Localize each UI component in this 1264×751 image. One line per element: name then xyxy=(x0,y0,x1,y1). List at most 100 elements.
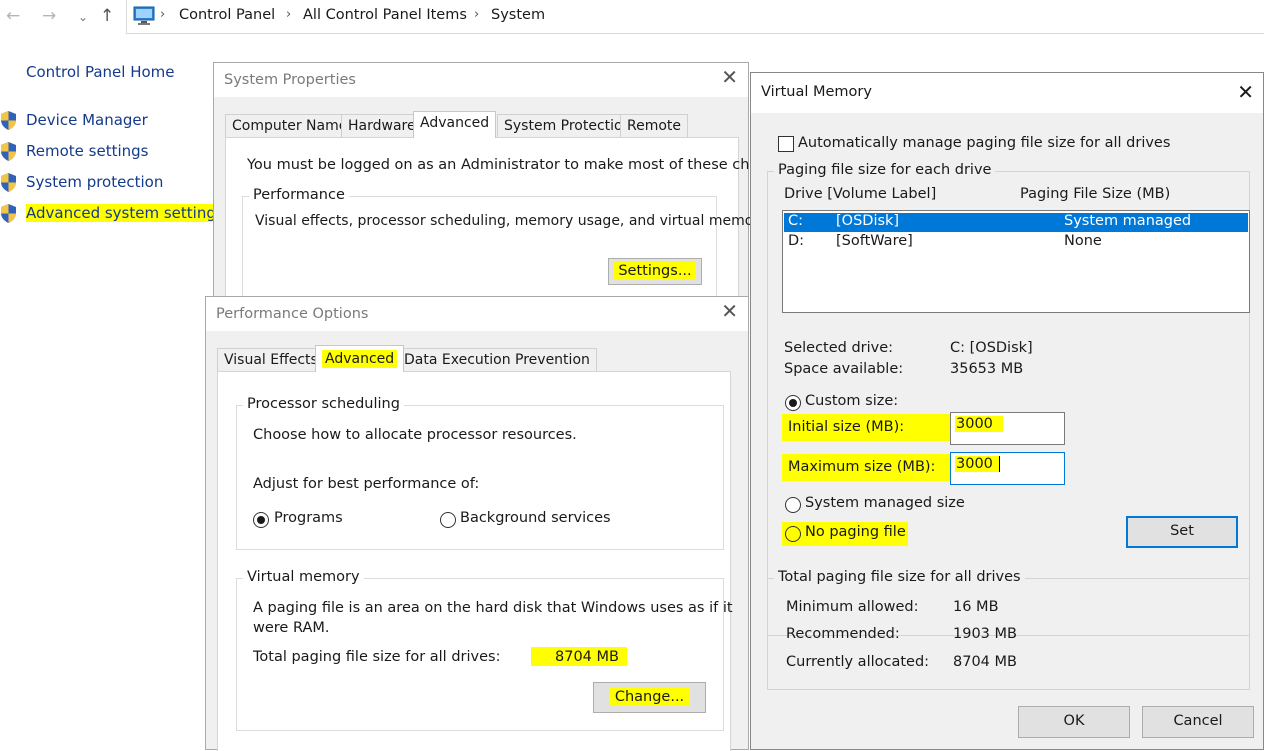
sidebar-item-label: Remote settings xyxy=(26,142,149,160)
list-item[interactable]: D: [SoftWare] None xyxy=(784,233,1248,252)
button-label: Change... xyxy=(608,688,691,706)
column-header-size: Paging File Size (MB) xyxy=(1020,186,1171,202)
tab-data-execution-prevention[interactable]: Data Execution Prevention xyxy=(397,348,597,372)
system-managed-label[interactable]: System managed size xyxy=(805,495,965,511)
advanced-tab-panel: Processor scheduling Choose how to alloc… xyxy=(217,371,733,751)
change-button[interactable]: Change... xyxy=(593,682,706,713)
total-paging-value: 8704 MB xyxy=(531,647,627,666)
ok-button[interactable]: OK xyxy=(1018,706,1130,738)
breadcrumb-separator: › xyxy=(474,7,480,22)
set-button[interactable]: Set xyxy=(1126,516,1238,548)
drive-size: None xyxy=(1064,233,1102,249)
processor-description: Choose how to allocate processor resourc… xyxy=(253,427,577,443)
sidebar-item-label: Advanced system settings xyxy=(26,204,244,222)
tab-system-protection[interactable]: System Protection xyxy=(497,114,639,138)
each-drive-group: Paging file size for each drive Drive [V… xyxy=(767,162,1250,636)
breadcrumb-separator: › xyxy=(160,7,166,22)
selected-drive-value: C: [OSDisk] xyxy=(950,340,1033,356)
group-label: Total paging file size for all drives xyxy=(774,569,1025,585)
adjust-label: Adjust for best performance of: xyxy=(253,476,480,492)
group-label: Processor scheduling xyxy=(243,396,404,412)
close-icon[interactable]: ✕ xyxy=(1237,82,1254,102)
drive-letter: D: xyxy=(788,233,805,249)
tab-hardware[interactable]: Hardware xyxy=(341,114,423,138)
back-arrow-icon[interactable]: ← xyxy=(6,6,20,26)
maximum-size-label: Maximum size (MB): xyxy=(782,454,950,481)
computer-icon xyxy=(133,6,155,25)
admin-note: You must be logged on as an Administrato… xyxy=(247,157,798,173)
control-panel-home-link[interactable]: Control Panel Home xyxy=(26,63,175,81)
virtual-memory-description: A paging file is an area on the hard dis… xyxy=(253,600,733,616)
programs-radio[interactable] xyxy=(253,512,269,528)
uac-shield-icon xyxy=(1,111,16,130)
virtual-memory-description-cont: were RAM. xyxy=(253,620,330,636)
drive-size: System managed xyxy=(1064,213,1192,229)
breadcrumb-control-panel[interactable]: Control Panel xyxy=(179,7,275,23)
breadcrumb-all-items[interactable]: All Control Panel Items xyxy=(303,7,467,23)
tab-advanced[interactable]: Advanced xyxy=(413,111,497,138)
minimum-allowed-label: Minimum allowed: xyxy=(786,599,919,615)
no-paging-file-label[interactable]: No paging file xyxy=(805,524,906,540)
breadcrumb-separator: › xyxy=(286,7,292,22)
initial-size-label: Initial size (MB): xyxy=(782,414,950,441)
sidebar-item-label: Device Manager xyxy=(26,111,148,129)
currently-allocated-value: 8704 MB xyxy=(953,654,1017,670)
address-bar: ← → ⌄ ↑ › Control Panel › All Control Pa… xyxy=(0,0,1264,34)
drive-list[interactable]: C: [OSDisk] System managed D: [SoftWare]… xyxy=(782,210,1250,313)
system-managed-radio[interactable] xyxy=(785,497,801,513)
performance-description: Visual effects, processor scheduling, me… xyxy=(255,213,768,229)
group-label: Paging file size for each drive xyxy=(774,162,996,178)
background-services-radio[interactable] xyxy=(440,512,456,528)
group-label: Performance xyxy=(249,187,349,203)
tab-label: Advanced xyxy=(322,350,398,368)
dialog-title: Performance Options xyxy=(216,306,369,322)
totals-group: Total paging file size for all drives Mi… xyxy=(767,569,1250,690)
recommended-value: 1903 MB xyxy=(953,626,1017,642)
group-label: Virtual memory xyxy=(243,569,364,585)
tab-advanced[interactable]: Advanced xyxy=(315,345,405,372)
arrow-up-icon[interactable]: ↑ xyxy=(100,6,114,26)
column-header-drive: Drive [Volume Label] xyxy=(784,186,937,202)
close-icon[interactable]: ✕ xyxy=(721,301,738,321)
forward-arrow-icon[interactable]: → xyxy=(42,6,56,26)
no-paging-file-radio[interactable] xyxy=(785,526,801,542)
space-available-label: Space available: xyxy=(784,361,904,377)
uac-shield-icon xyxy=(1,204,16,223)
custom-size-radio[interactable] xyxy=(785,395,801,411)
drive-letter: C: xyxy=(788,213,804,229)
drive-label: [SoftWare] xyxy=(836,233,913,249)
drive-label: [OSDisk] xyxy=(836,213,900,229)
button-label: Settings... xyxy=(614,262,696,280)
custom-size-label[interactable]: Custom size: xyxy=(805,393,898,409)
address-box[interactable]: › Control Panel › All Control Panel Item… xyxy=(126,0,1264,34)
performance-options-dialog: Performance Options ✕ Visual Effects Adv… xyxy=(205,296,749,751)
selected-drive-label: Selected drive: xyxy=(784,340,894,356)
chevron-down-icon[interactable]: ⌄ xyxy=(78,10,88,24)
uac-shield-icon xyxy=(1,173,16,192)
initial-size-input[interactable]: 3000 xyxy=(950,412,1065,445)
tab-computer-name[interactable]: Computer Name xyxy=(225,114,355,138)
auto-manage-checkbox[interactable] xyxy=(778,136,794,152)
virtual-memory-group: Virtual memory A paging file is an area … xyxy=(236,569,733,731)
dialog-title: Virtual Memory xyxy=(761,84,872,100)
space-available-value: 35653 MB xyxy=(950,361,1024,377)
maximum-size-input[interactable]: 3000 xyxy=(950,452,1065,485)
list-item[interactable]: C: [OSDisk] System managed xyxy=(784,213,1248,232)
recommended-label: Recommended: xyxy=(786,626,900,642)
input-value: 3000 xyxy=(955,416,1003,432)
close-icon[interactable]: ✕ xyxy=(721,67,738,87)
dialog-title: System Properties xyxy=(224,72,356,88)
auto-manage-label[interactable]: Automatically manage paging file size fo… xyxy=(798,135,1170,151)
breadcrumb-system[interactable]: System xyxy=(491,7,545,23)
settings-button[interactable]: Settings... xyxy=(608,258,702,285)
tab-remote[interactable]: Remote xyxy=(620,114,689,138)
cancel-button[interactable]: Cancel xyxy=(1142,706,1254,738)
advanced-tab-panel: You must be logged on as an Administrato… xyxy=(225,137,798,314)
virtual-memory-dialog: Virtual Memory ✕ Automatically manage pa… xyxy=(750,72,1264,750)
tab-visual-effects[interactable]: Visual Effects xyxy=(217,348,325,372)
processor-scheduling-group: Processor scheduling Choose how to alloc… xyxy=(236,396,724,550)
minimum-allowed-value: 16 MB xyxy=(953,599,999,615)
programs-label[interactable]: Programs xyxy=(274,510,343,526)
background-services-label[interactable]: Background services xyxy=(460,510,611,526)
currently-allocated-label: Currently allocated: xyxy=(786,654,930,670)
